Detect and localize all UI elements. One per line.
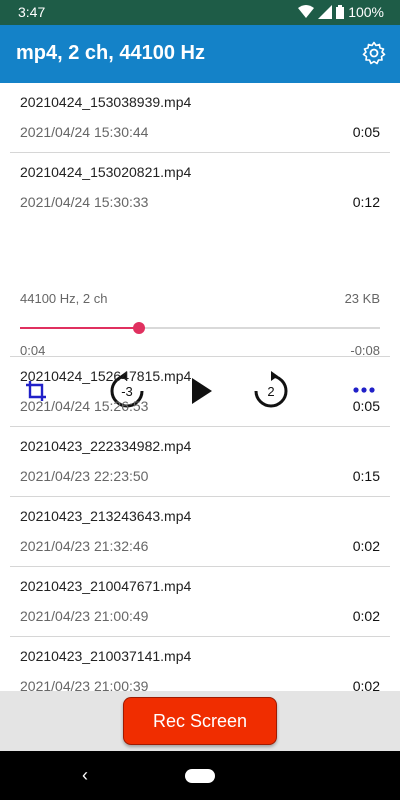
- seek-progress: [20, 327, 139, 329]
- recording-name: 20210424_153020821.mp4: [20, 164, 192, 180]
- recording-duration: 0:12: [352, 194, 380, 210]
- recording-date: 2021/04/24 15:26:53: [20, 398, 149, 414]
- recording-format-info: 44100 Hz, 2 ch: [20, 291, 108, 306]
- status-bar: 3:47 100%: [0, 0, 400, 25]
- recording-name: 20210423_222334982.mp4: [20, 438, 192, 454]
- list-item[interactable]: 20210424_152647815.mp4 2021/04/24 15:26:…: [10, 357, 390, 427]
- recording-duration: 0:02: [352, 678, 380, 691]
- battery-percent: 100%: [348, 4, 384, 20]
- list-item[interactable]: 20210424_153038939.mp4 2021/04/24 15:30:…: [10, 83, 390, 153]
- wifi-icon: [298, 5, 315, 18]
- signal-icon: [318, 5, 333, 19]
- recording-name: 20210424_152647815.mp4: [20, 368, 192, 384]
- recording-date: 2021/04/24 15:30:44: [20, 124, 149, 140]
- recordings-list[interactable]: 20210424_153038939.mp4 2021/04/24 15:30:…: [0, 83, 400, 691]
- recording-date: 2021/04/23 21:32:46: [20, 538, 149, 554]
- elapsed-time: 0:04: [20, 343, 46, 358]
- recording-size: 23 KB: [344, 291, 380, 306]
- recording-date: 2021/04/24 15:30:33: [20, 194, 149, 210]
- list-item-expanded[interactable]: 20210424_153020821.mp4 2021/04/24 15:30:…: [10, 153, 390, 408]
- system-nav-bar: ‹: [0, 751, 400, 800]
- recording-name: 20210424_153038939.mp4: [20, 94, 192, 110]
- list-item[interactable]: 20210423_213243643.mp4 2021/04/23 21:32:…: [10, 497, 390, 567]
- list-item[interactable]: 20210423_210047671.mp4 2021/04/23 21:00:…: [10, 567, 390, 637]
- back-icon[interactable]: ‹: [82, 765, 88, 786]
- recording-date: 2021/04/23 21:00:49: [20, 608, 149, 624]
- recording-date: 2021/04/23 22:23:50: [20, 468, 149, 484]
- app-bar: mp4, 2 ch, 44100 Hz: [0, 25, 400, 83]
- recording-name: 20210423_210037141.mp4: [20, 648, 192, 664]
- seek-thumb[interactable]: [132, 322, 145, 334]
- list-item[interactable]: 20210423_210037141.mp4 2021/04/23 21:00:…: [10, 637, 390, 691]
- recording-name: 20210423_210047671.mp4: [20, 578, 192, 594]
- seek-bar[interactable]: [20, 322, 380, 334]
- status-time: 3:47: [18, 4, 46, 20]
- gear-icon[interactable]: [362, 41, 386, 65]
- status-icons: 100%: [298, 4, 384, 20]
- recording-duration: 0:05: [352, 398, 380, 414]
- recording-duration: 0:02: [352, 608, 380, 624]
- page-title: mp4, 2 ch, 44100 Hz: [16, 42, 205, 64]
- recording-duration: 0:05: [352, 124, 380, 140]
- home-button[interactable]: [185, 769, 215, 783]
- bottom-panel: Rec Screen: [0, 691, 400, 751]
- rec-screen-button[interactable]: Rec Screen: [123, 697, 277, 745]
- recording-duration: 0:02: [352, 538, 380, 554]
- recording-duration: 0:15: [352, 468, 380, 484]
- recording-name: 20210423_213243643.mp4: [20, 508, 192, 524]
- battery-icon: [336, 5, 345, 19]
- list-item[interactable]: 20210423_222334982.mp4 2021/04/23 22:23:…: [10, 427, 390, 497]
- recording-date: 2021/04/23 21:00:39: [20, 678, 149, 691]
- remaining-time: -0:08: [350, 343, 380, 358]
